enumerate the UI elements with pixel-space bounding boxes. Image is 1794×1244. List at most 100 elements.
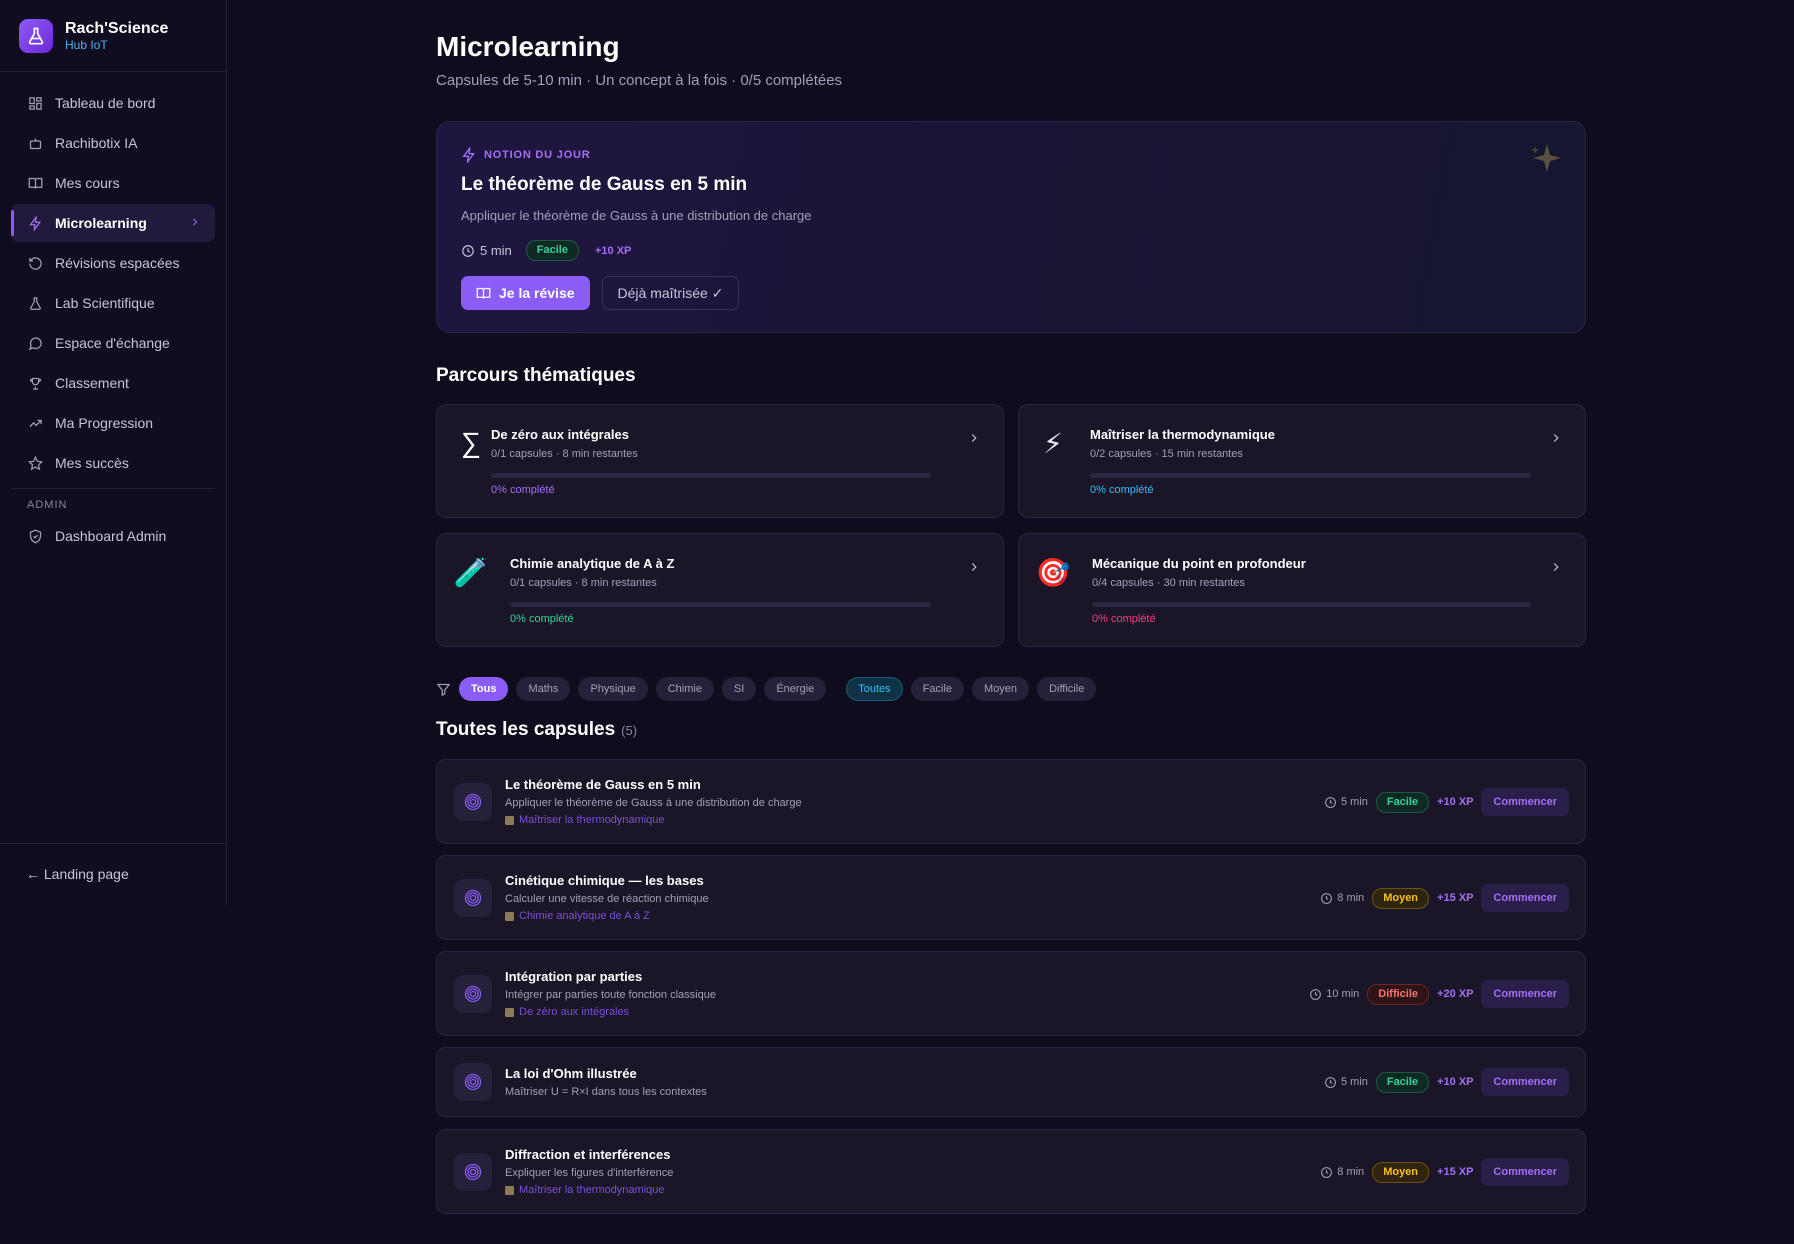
difficulty-badge: Facile: [525, 240, 579, 261]
sidebar-item-label: Microlearning: [55, 215, 147, 231]
capsule-time-label: 8 min: [1337, 1166, 1365, 1178]
sidebar-item-lab[interactable]: Lab Scientifique: [11, 284, 215, 322]
capsule-title: Le théorème de Gauss en 5 min: [505, 777, 701, 792]
sigma-icon: ∑: [461, 427, 481, 458]
capsule-row[interactable]: Le théorème de Gauss en 5 min Appliquer …: [436, 759, 1586, 844]
clock-icon: [462, 244, 474, 257]
chevron-right-icon: [967, 560, 981, 579]
clock-icon: [1321, 892, 1333, 904]
capsule-description: Maîtriser U = R×I dans tous les contexte…: [505, 1086, 707, 1098]
clock-icon: [1321, 1166, 1333, 1178]
filter-subject-physique[interactable]: Physique: [578, 677, 648, 701]
sidebar-item-exchange[interactable]: Espace d'échange: [11, 324, 215, 362]
capsule-time: 8 min: [1320, 892, 1364, 905]
filter-difficulty-easy[interactable]: Facile: [910, 677, 965, 701]
capsule-track[interactable]: Maîtriser la thermodynamique: [505, 814, 665, 826]
sidebar-item-progress[interactable]: Ma Progression: [11, 404, 215, 442]
sidebar-item-dashboard[interactable]: Tableau de bord: [11, 84, 215, 122]
bot-icon: [27, 135, 43, 151]
capsule-meta: 8 min Moyen +15 XP Commencer: [1320, 1158, 1569, 1186]
filter-difficulty-hard[interactable]: Difficile: [1037, 677, 1097, 701]
filter-subject-maths[interactable]: Maths: [516, 677, 571, 701]
capsule-time-label: 8 min: [1337, 892, 1365, 904]
spiral-icon: [454, 975, 492, 1013]
capsule-track-label: Maîtriser la thermodynamique: [519, 1184, 665, 1196]
admin-section-label: ADMIN: [27, 499, 68, 511]
sidebar-nav: Tableau de bord Rachibotix IA Mes cours …: [0, 72, 226, 555]
capsule-title: Diffraction et interférences: [505, 1147, 671, 1162]
track-card-integrales[interactable]: ∑ De zéro aux intégrales 0/1 capsules · …: [436, 404, 1004, 518]
capsule-track[interactable]: De zéro aux intégrales: [505, 1006, 629, 1018]
filter-subject-all[interactable]: Tous: [459, 677, 509, 701]
review-button-label: Je la révise: [499, 285, 575, 301]
filter-difficulty-medium[interactable]: Moyen: [972, 677, 1030, 701]
start-button[interactable]: Commencer: [1481, 980, 1569, 1008]
track-title: Maîtriser la thermodynamique: [1090, 427, 1275, 442]
brand[interactable]: Rach'Science Hub IoT: [0, 0, 226, 72]
capsule-time: 5 min: [1324, 796, 1368, 809]
capsule-row[interactable]: La loi d'Ohm illustrée Maîtriser U = R×I…: [436, 1047, 1586, 1117]
capsule-meta: 10 min Difficile +20 XP Commencer: [1309, 980, 1569, 1008]
capsules-count: (5): [621, 723, 638, 738]
start-button[interactable]: Commencer: [1481, 1158, 1569, 1186]
track-percent: 0% complété: [491, 484, 555, 496]
track-title: De zéro aux intégrales: [491, 427, 629, 442]
sidebar-item-revisions[interactable]: Révisions espacées: [11, 244, 215, 282]
capsule-description: Expliquer les figures d'interférence: [505, 1167, 674, 1179]
capsule-time: 8 min: [1320, 1166, 1364, 1179]
sparkle-icon: [1525, 138, 1565, 183]
track-subtitle: 0/4 capsules · 30 min restantes: [1092, 577, 1245, 589]
sidebar-item-courses[interactable]: Mes cours: [11, 164, 215, 202]
capsule-description: Appliquer le théorème de Gauss à une dis…: [505, 797, 802, 809]
sidebar-item-microlearning[interactable]: Microlearning: [11, 204, 215, 242]
start-button[interactable]: Commencer: [1481, 884, 1569, 912]
filter-subject-energie[interactable]: Énergie: [764, 677, 827, 701]
chevron-right-icon: [1549, 560, 1563, 579]
sidebar-item-ranking[interactable]: Classement: [11, 364, 215, 402]
target-icon: 🎯: [1035, 556, 1071, 588]
difficulty-badge: Facile: [1375, 1071, 1430, 1093]
track-subtitle: 0/1 capsules · 8 min restantes: [491, 448, 638, 460]
chevron-right-icon: [189, 215, 201, 231]
track-card-chimie[interactable]: 🧪 Chimie analytique de A à Z 0/1 capsule…: [436, 533, 1004, 647]
filter-bar: Tous Maths Physique Chimie SI Énergie To…: [436, 677, 1104, 701]
filter-difficulty-all[interactable]: Toutes: [846, 677, 903, 701]
sidebar-item-admin[interactable]: Dashboard Admin: [11, 517, 215, 555]
landing-page-link[interactable]: ← Landing page: [0, 844, 226, 882]
review-button[interactable]: Je la révise: [461, 276, 590, 310]
capsule-track-label: Maîtriser la thermodynamique: [519, 814, 665, 826]
capsule-row[interactable]: Cinétique chimique — les bases Calculer …: [436, 855, 1586, 940]
track-progress-bar: [510, 602, 931, 607]
start-button[interactable]: Commencer: [1481, 1068, 1569, 1096]
filter-icon: [436, 682, 451, 697]
book-icon: [476, 287, 491, 299]
capsule-row[interactable]: Diffraction et interférences Expliquer l…: [436, 1129, 1586, 1214]
flask-icon: [27, 295, 43, 311]
start-button[interactable]: Commencer: [1481, 788, 1569, 816]
filter-subject-chimie[interactable]: Chimie: [655, 677, 714, 701]
track-percent: 0% complété: [1092, 613, 1156, 625]
sidebar-item-rachibotix[interactable]: Rachibotix IA: [11, 124, 215, 162]
capsule-title: La loi d'Ohm illustrée: [505, 1066, 637, 1081]
shield-icon: [27, 528, 43, 544]
hero-title: Le théorème de Gauss en 5 min: [461, 174, 748, 195]
sidebar-item-label: Lab Scientifique: [55, 295, 155, 311]
sidebar-item-label: Ma Progression: [55, 415, 154, 431]
track-card-mecanique[interactable]: 🎯 Mécanique du point en profondeur 0/4 c…: [1018, 533, 1586, 647]
brand-title: Rach'Science: [65, 19, 169, 37]
filter-subject-si[interactable]: SI: [721, 677, 757, 701]
capsule-title: Intégration par parties: [505, 969, 643, 984]
already-mastered-button[interactable]: Déjà maîtrisée ✓: [601, 276, 740, 310]
track-card-thermodynamique[interactable]: ⚡ Maîtriser la thermodynamique 0/2 capsu…: [1018, 404, 1586, 518]
clock-icon: [1325, 796, 1336, 808]
sidebar-item-achievements[interactable]: Mes succès: [11, 444, 215, 482]
book-icon: [505, 1185, 514, 1195]
capsule-track[interactable]: Chimie analytique de A à Z: [505, 910, 650, 922]
capsule-track[interactable]: Maîtriser la thermodynamique: [505, 1184, 665, 1196]
hero-kicker: NOTION DU JOUR: [461, 147, 591, 163]
trend-icon: [27, 415, 43, 431]
capsule-time-label: 10 min: [1326, 988, 1360, 1000]
track-progress-bar: [1090, 473, 1531, 478]
sidebar-item-label: Révisions espacées: [55, 255, 180, 271]
capsule-row[interactable]: Intégration par parties Intégrer par par…: [436, 951, 1586, 1036]
